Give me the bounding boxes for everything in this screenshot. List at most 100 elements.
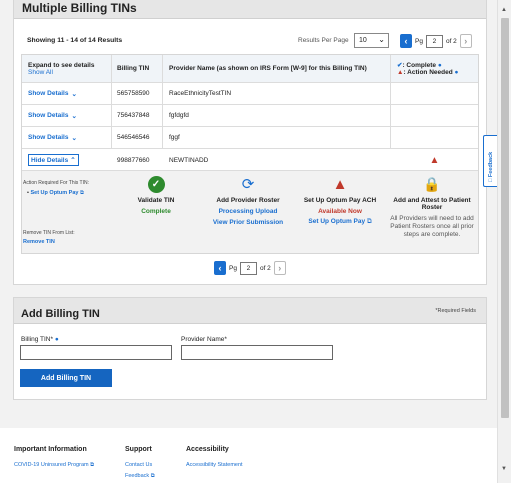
pg-label: Pg — [415, 37, 423, 45]
refresh-icon: ⟳ — [241, 176, 255, 193]
table-row: Show Details ⌄ 756437848 fgfdgfd — [22, 105, 478, 127]
results-per-page-label: Results Per Page — [298, 37, 349, 44]
view-prior-submission-link[interactable]: View Prior Submission — [205, 219, 291, 226]
page-number-input[interactable]: 2 — [239, 261, 257, 275]
provider-column-header: Provider Name (as shown on IRS Form [W-9… — [163, 55, 391, 82]
step-patient-roster: 🔒 Add and Attest to Patient Roster All P… — [389, 176, 475, 239]
showing-text: Showing 11 - 14 of 14 Results — [27, 37, 123, 44]
add-panel-header: Add Billing TIN *Required Fields — [14, 298, 486, 324]
chevron-down-icon: ⌄ — [71, 134, 77, 142]
provider-name-cell: fggf — [163, 127, 391, 148]
status-cell — [391, 105, 478, 126]
step-status: Available Now — [318, 208, 362, 215]
of-label: of 2 — [445, 37, 457, 45]
step-status: Processing Upload — [218, 208, 278, 215]
hide-details-cell: Hide Details ⌃ — [22, 149, 112, 171]
external-link-icon: ⧉ — [79, 190, 84, 196]
next-page-button[interactable]: › — [273, 261, 286, 275]
toggle-label: Show Details — [28, 112, 69, 119]
pagination-top: ‹ Pg 2 of 2 › — [400, 34, 472, 48]
step-note: All Providers will need to add Patient R… — [390, 215, 474, 238]
step-optum-pay: ▲ Set Up Optum Pay ACH Available Now Set… — [297, 176, 383, 226]
provider-name-cell: NEWTINADD — [169, 156, 209, 164]
info-icon: ● — [437, 62, 442, 69]
info-icon: ● — [454, 69, 459, 76]
show-details-toggle[interactable]: Show Details ⌄ — [22, 127, 112, 148]
step-title: Add and Attest to Patient Roster — [393, 197, 471, 211]
step-title: Set Up Optum Pay ACH — [303, 197, 377, 204]
hide-details-toggle[interactable]: Hide Details ⌃ — [28, 154, 79, 166]
step-title: Validate TIN — [137, 197, 175, 204]
status-cell — [391, 83, 478, 104]
provider-name-cell: RaceEthnicityTestTIN — [163, 83, 391, 104]
feedback-link[interactable]: Feedback — [125, 473, 149, 479]
action-required-item: • Set Up Optum Pay ⧉ — [27, 190, 84, 197]
feedback-icon: □ — [488, 178, 494, 182]
scroll-up-arrow[interactable]: ▲ — [501, 7, 507, 13]
next-page-button[interactable]: › — [459, 34, 472, 48]
required-note: *Required Fields — [435, 308, 476, 314]
footer-col2-link2-row: Feedback ⧉ — [125, 473, 155, 480]
prev-page-button[interactable]: ‹ — [214, 261, 226, 275]
covid-program-link[interactable]: COVID-19 Uninsured Program — [14, 462, 89, 468]
provider-name-label: Provider Name* — [181, 336, 227, 343]
step-status: Complete — [141, 208, 171, 215]
set-up-optum-pay-link[interactable]: Set Up Optum Pay — [30, 190, 78, 196]
info-icon: ● — [54, 336, 59, 343]
tin-cell: 546546546 — [112, 127, 163, 148]
status-legend: ✔: Complete ● ▲: Action Needed ● — [391, 55, 478, 82]
billing-tin-label-text: Billing TIN* — [21, 336, 54, 343]
feedback-tab-label: □ Feedback — [488, 152, 494, 182]
prev-page-button[interactable]: ‹ — [400, 34, 412, 48]
legend-complete: ✔: Complete ● — [397, 61, 442, 69]
scrollbar[interactable]: ▲ ▼ — [497, 0, 511, 483]
chevron-down-icon: ⌄ — [71, 90, 77, 98]
footer-col2-title: Support — [125, 446, 152, 453]
results-per-page-select[interactable]: 10 ⌄ — [354, 33, 389, 48]
tin-column-header: Billing TIN — [112, 55, 163, 82]
page-number-input[interactable]: 2 — [425, 34, 443, 48]
external-link-icon: ⧉ — [366, 218, 372, 225]
chevron-down-icon: ⌄ — [71, 112, 77, 120]
scroll-down-arrow[interactable]: ▼ — [501, 466, 507, 472]
complete-legend-label: : Complete — [402, 62, 437, 69]
provider-name-cell: fgfdgfd — [163, 105, 391, 126]
billing-tin-label: Billing TIN* ● — [21, 336, 59, 343]
feedback-tab-text: Feedback — [488, 151, 494, 178]
add-title: Add Billing TIN — [21, 308, 100, 320]
provider-name-input[interactable] — [181, 345, 333, 360]
billing-tin-input[interactable] — [20, 345, 172, 360]
feedback-tab[interactable]: □ Feedback — [483, 135, 497, 187]
set-up-optum-pay-link[interactable]: Set Up Optum Pay — [308, 218, 365, 225]
step-title: Add Provider Roster — [216, 197, 280, 204]
check-circle-icon: ✓ — [147, 176, 165, 193]
add-billing-tin-button[interactable]: Add Billing TIN — [20, 369, 112, 387]
external-link-icon: ⧉ — [90, 462, 95, 468]
external-link-icon: ⧉ — [150, 473, 155, 479]
pagination-bottom: ‹ Pg 2 of 2 › — [214, 261, 286, 275]
table-row-expanded: Hide Details ⌃ 998877660 NEWTINADD ▲ — [22, 149, 478, 171]
tin-cell: 998877660 — [117, 156, 150, 164]
table-row: Show Details ⌄ 546546546 fggf — [22, 127, 478, 149]
show-details-toggle[interactable]: Show Details ⌄ — [22, 105, 112, 126]
remove-tin-label: Remove TIN From List: — [23, 230, 75, 236]
toggle-label: Hide Details — [31, 157, 69, 164]
step-link-row: Set Up Optum Pay ⧉ — [297, 218, 383, 226]
contact-us-link[interactable]: Contact Us — [125, 462, 152, 468]
show-details-toggle[interactable]: Show Details ⌄ — [22, 83, 112, 104]
footer-col3-title: Accessibility — [186, 446, 229, 453]
table-row: Show Details ⌄ 565758590 RaceEthnicityTes… — [22, 83, 478, 105]
chevron-up-icon: ⌃ — [70, 157, 76, 164]
panel-header: Multiple Billing TINs — [14, 0, 486, 19]
chevron-down-icon: ⌄ — [378, 35, 385, 44]
tin-cell: 565758590 — [112, 83, 163, 104]
warning-icon: ▲ — [332, 176, 348, 193]
remove-tin-link[interactable]: Remove TIN — [23, 239, 55, 245]
expand-column-header: Expand to see details Show All — [22, 55, 112, 82]
section-title: Multiple Billing TINs — [22, 1, 137, 15]
show-all-link[interactable]: Show All — [28, 69, 53, 76]
tin-cell: 756437848 — [112, 105, 163, 126]
scrollbar-thumb[interactable] — [501, 18, 509, 418]
accessibility-statement-link[interactable]: Accessibility Statement — [186, 462, 243, 468]
step-provider-roster: ⟳ Add Provider Roster Processing Upload … — [205, 176, 291, 226]
